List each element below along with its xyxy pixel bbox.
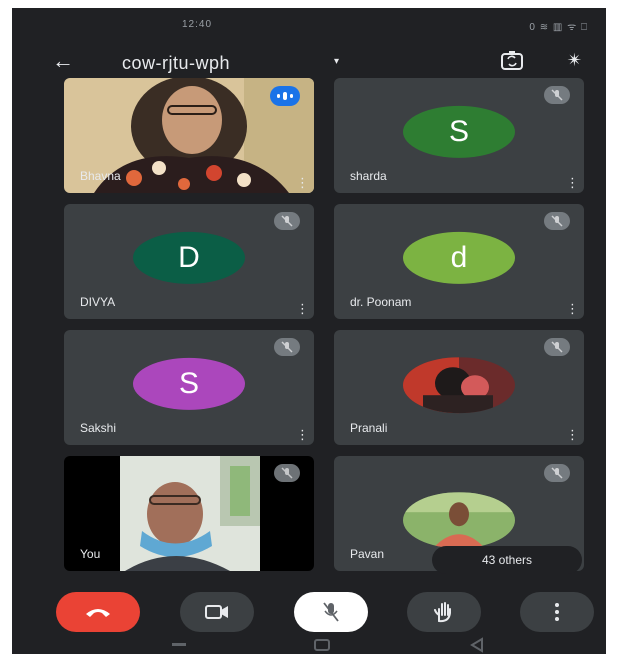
raise-hand-button[interactable] [407,592,481,632]
mic-toggle-button[interactable] [294,592,368,632]
home-icon [314,639,330,651]
participant-tile-bhavna[interactable]: Bhavna ⋮ [64,78,314,193]
avatar: S [133,357,245,410]
more-options-icon[interactable]: ⋮ [566,176,579,189]
status-bar: 12:40 0 ≋ ▥ ᯤ ⎕ [12,8,606,44]
avatar [403,356,515,413]
participant-name: sharda [350,169,387,183]
participant-name: Pranali [350,421,388,435]
back-arrow-icon[interactable]: ← [52,48,74,74]
more-options-icon[interactable]: ⋮ [566,302,579,315]
avatar: d [403,231,515,284]
bluetooth-audio-icon[interactable]: ✴ [567,50,582,71]
participant-name: Sakshi [80,421,117,435]
phone-screen: 12:40 0 ≋ ▥ ᯤ ⎕ ← cow-rjtu-wph ▾ ✴ Bhavn… [12,8,606,654]
mic-off-icon [544,338,570,356]
more-options-button[interactable] [520,592,594,632]
more-options-icon[interactable]: ⋮ [296,302,309,315]
recents-icon [172,643,186,646]
avatar: S [403,105,515,158]
participant-tile-pranali[interactable]: Pranali ⋮ [334,330,584,445]
status-icons: 0 ≋ ▥ ᯤ ⎕ [529,22,588,33]
system-nav-bar [12,636,606,654]
back-nav-icon [470,637,483,653]
mic-off-icon [544,86,570,104]
chevron-down-icon[interactable]: ▾ [334,56,339,67]
participant-name: You [80,547,101,561]
speaking-indicator-icon [270,86,300,106]
status-time: 12:40 [182,19,213,30]
avatar: D [133,231,245,284]
camera-toggle-button[interactable] [180,592,254,632]
mic-off-icon [274,464,300,482]
participant-name: Bhavna [80,169,121,183]
participant-name: dr. Poonam [350,295,412,309]
participant-tile-dr-poonam[interactable]: d dr. Poonam ⋮ [334,204,584,319]
self-video [120,456,260,571]
end-call-button[interactable] [56,592,140,632]
switch-camera-icon[interactable] [499,48,525,74]
participant-tile-sakshi[interactable]: S Sakshi ⋮ [64,330,314,445]
meeting-code[interactable]: cow-rjtu-wph [122,53,230,74]
more-options-icon[interactable]: ⋮ [296,428,309,441]
mic-off-icon [544,464,570,482]
mic-off-icon [274,338,300,356]
participant-tile-divya[interactable]: D DIVYA ⋮ [64,204,314,319]
participant-tile-you[interactable]: You [64,456,314,571]
participant-name: DIVYA [80,295,116,309]
mic-off-icon [274,212,300,230]
mic-off-icon [544,212,570,230]
participant-name: Pavan [350,547,385,561]
avatar [403,491,515,548]
others-count-badge[interactable]: 43 others [432,546,582,574]
more-options-icon[interactable]: ⋮ [566,428,579,441]
more-options-icon[interactable]: ⋮ [296,176,309,189]
participant-tile-sharda[interactable]: S sharda ⋮ [334,78,584,193]
